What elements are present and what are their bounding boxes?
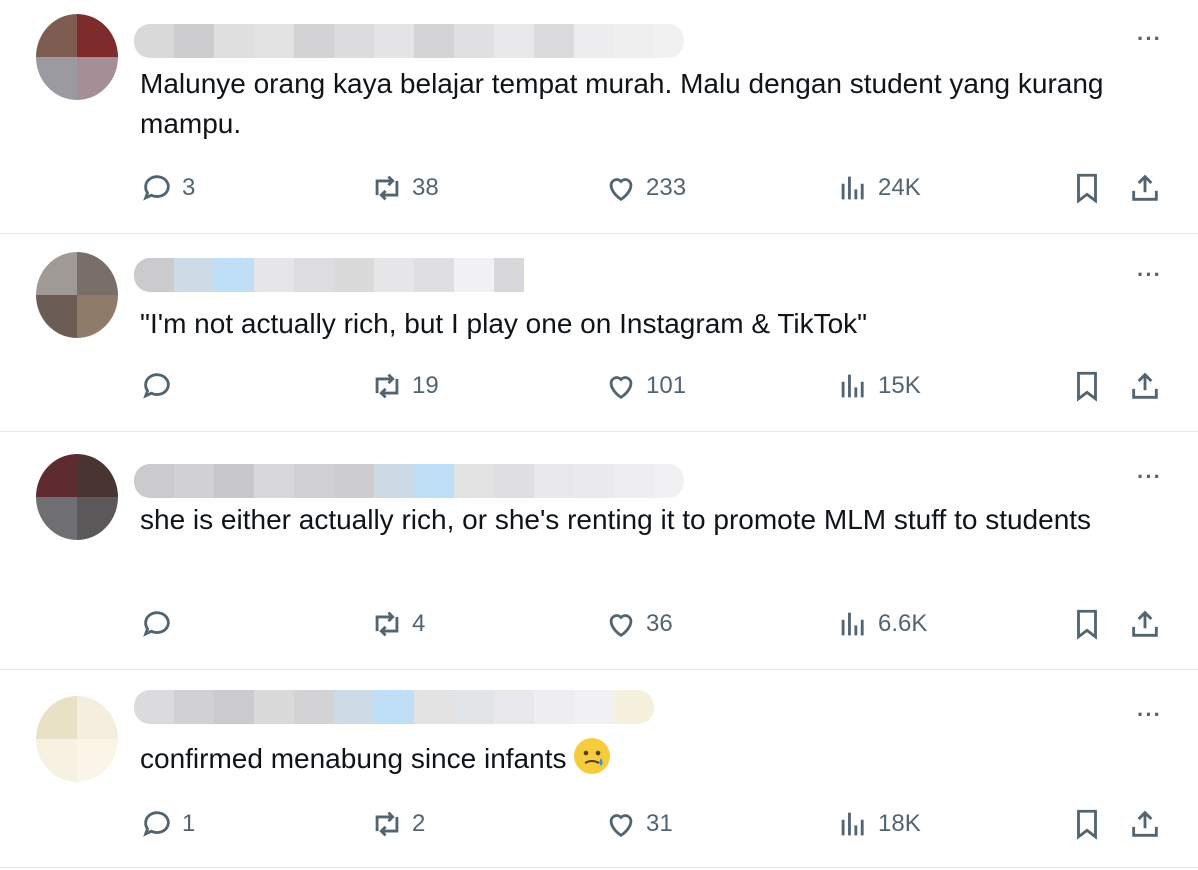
share-button[interactable] [1128,604,1162,644]
blurred-username[interactable] [134,464,684,498]
reply-feed: ··· Malunye orang kaya belajar tempat mu… [0,0,1198,870]
more-options-icon[interactable]: ··· [1137,466,1162,488]
action-bar: 4 36 6.6K [0,604,1198,644]
face-holding-back-tears-icon [574,738,611,774]
more-options-icon[interactable]: ··· [1137,704,1162,726]
retweet-icon [375,611,399,637]
view-count: 18K [878,810,921,837]
retweet-count: 4 [412,610,426,637]
reply-button[interactable] [140,604,182,644]
like-button[interactable]: 233 [604,168,686,208]
share-icon [1132,810,1158,837]
share-icon [1132,372,1158,399]
like-count: 233 [646,174,687,201]
reply-button[interactable]: 3 [140,168,195,208]
views-button[interactable]: 6.6K [836,604,927,644]
blurred-username[interactable] [134,690,654,724]
blurred-username[interactable] [134,24,684,58]
tweet-text: Malunye orang kaya belajar tempat murah.… [140,68,1104,139]
tweet-text-content: confirmed menabung since infants [140,743,567,774]
action-bar: 3 38 233 24K [0,168,1198,208]
avatar[interactable] [36,454,118,540]
action-bar: 1 2 31 18K [0,804,1198,844]
view-count: 15K [878,372,921,399]
action-bar: 19 101 15K [0,366,1198,406]
bookmark-button[interactable] [1070,168,1104,208]
retweet-count: 38 [412,174,439,201]
reply-tweet[interactable]: ··· "I'm not actually rich, but I play o… [0,234,1198,432]
views-button[interactable]: 15K [836,366,921,406]
reply-icon [143,611,170,637]
retweet-button[interactable]: 38 [370,168,439,208]
heart-icon [609,178,633,202]
reply-icon [143,811,170,837]
retweet-icon [375,811,399,837]
bookmark-button[interactable] [1070,804,1104,844]
bookmark-icon [1077,173,1097,204]
like-button[interactable]: 101 [604,366,686,406]
reply-tweet[interactable]: ··· Malunye orang kaya belajar tempat mu… [0,0,1198,234]
views-icon [841,612,864,636]
reply-icon [143,175,170,201]
reply-tweet[interactable]: ··· confirmed menabung since infants 1 2… [0,670,1198,868]
retweet-button[interactable]: 2 [370,804,425,844]
bookmark-icon [1077,609,1097,640]
views-button[interactable]: 18K [836,804,921,844]
share-button[interactable] [1128,804,1162,844]
reply-count: 1 [182,810,196,837]
reply-button[interactable]: 1 [140,804,195,844]
avatar[interactable] [36,14,118,100]
bookmark-icon [1077,371,1097,402]
like-button[interactable]: 36 [604,604,673,644]
tweet-text: "I'm not actually rich, but I play one o… [140,308,868,339]
heart-icon [609,376,633,400]
tweet-text: she is either actually rich, or she's re… [140,504,1092,535]
retweet-count: 2 [412,810,426,837]
share-icon [1132,174,1158,201]
like-count: 36 [646,610,673,637]
heart-icon [609,814,633,838]
more-options-icon[interactable]: ··· [1137,28,1162,50]
retweet-icon [375,373,399,399]
share-icon [1132,610,1158,637]
reply-count: 3 [182,174,196,201]
view-count: 6.6K [878,610,928,637]
blurred-username[interactable] [134,258,544,292]
heart-icon [609,614,633,638]
avatar[interactable] [36,252,118,338]
more-options-icon[interactable]: ··· [1137,264,1162,286]
retweet-button[interactable]: 4 [370,604,425,644]
like-count: 31 [646,810,673,837]
reply-icon [143,373,170,399]
bookmark-button[interactable] [1070,604,1104,644]
share-button[interactable] [1128,366,1162,406]
view-count: 24K [878,174,921,201]
share-button[interactable] [1128,168,1162,208]
retweet-count: 19 [412,372,439,399]
tweet-text: confirmed menabung since infants [140,738,1120,779]
like-count: 101 [646,372,687,399]
like-button[interactable]: 31 [604,804,673,844]
retweet-button[interactable]: 19 [370,366,439,406]
avatar[interactable] [36,696,118,782]
views-icon [841,374,864,398]
views-button[interactable]: 24K [836,168,921,208]
reply-tweet[interactable]: ··· she is either actually rich, or she'… [0,432,1198,670]
bookmark-button[interactable] [1070,366,1104,406]
bookmark-icon [1077,809,1097,840]
retweet-icon [375,175,399,201]
reply-button[interactable] [140,366,182,406]
views-icon [841,176,864,200]
views-icon [841,812,864,836]
